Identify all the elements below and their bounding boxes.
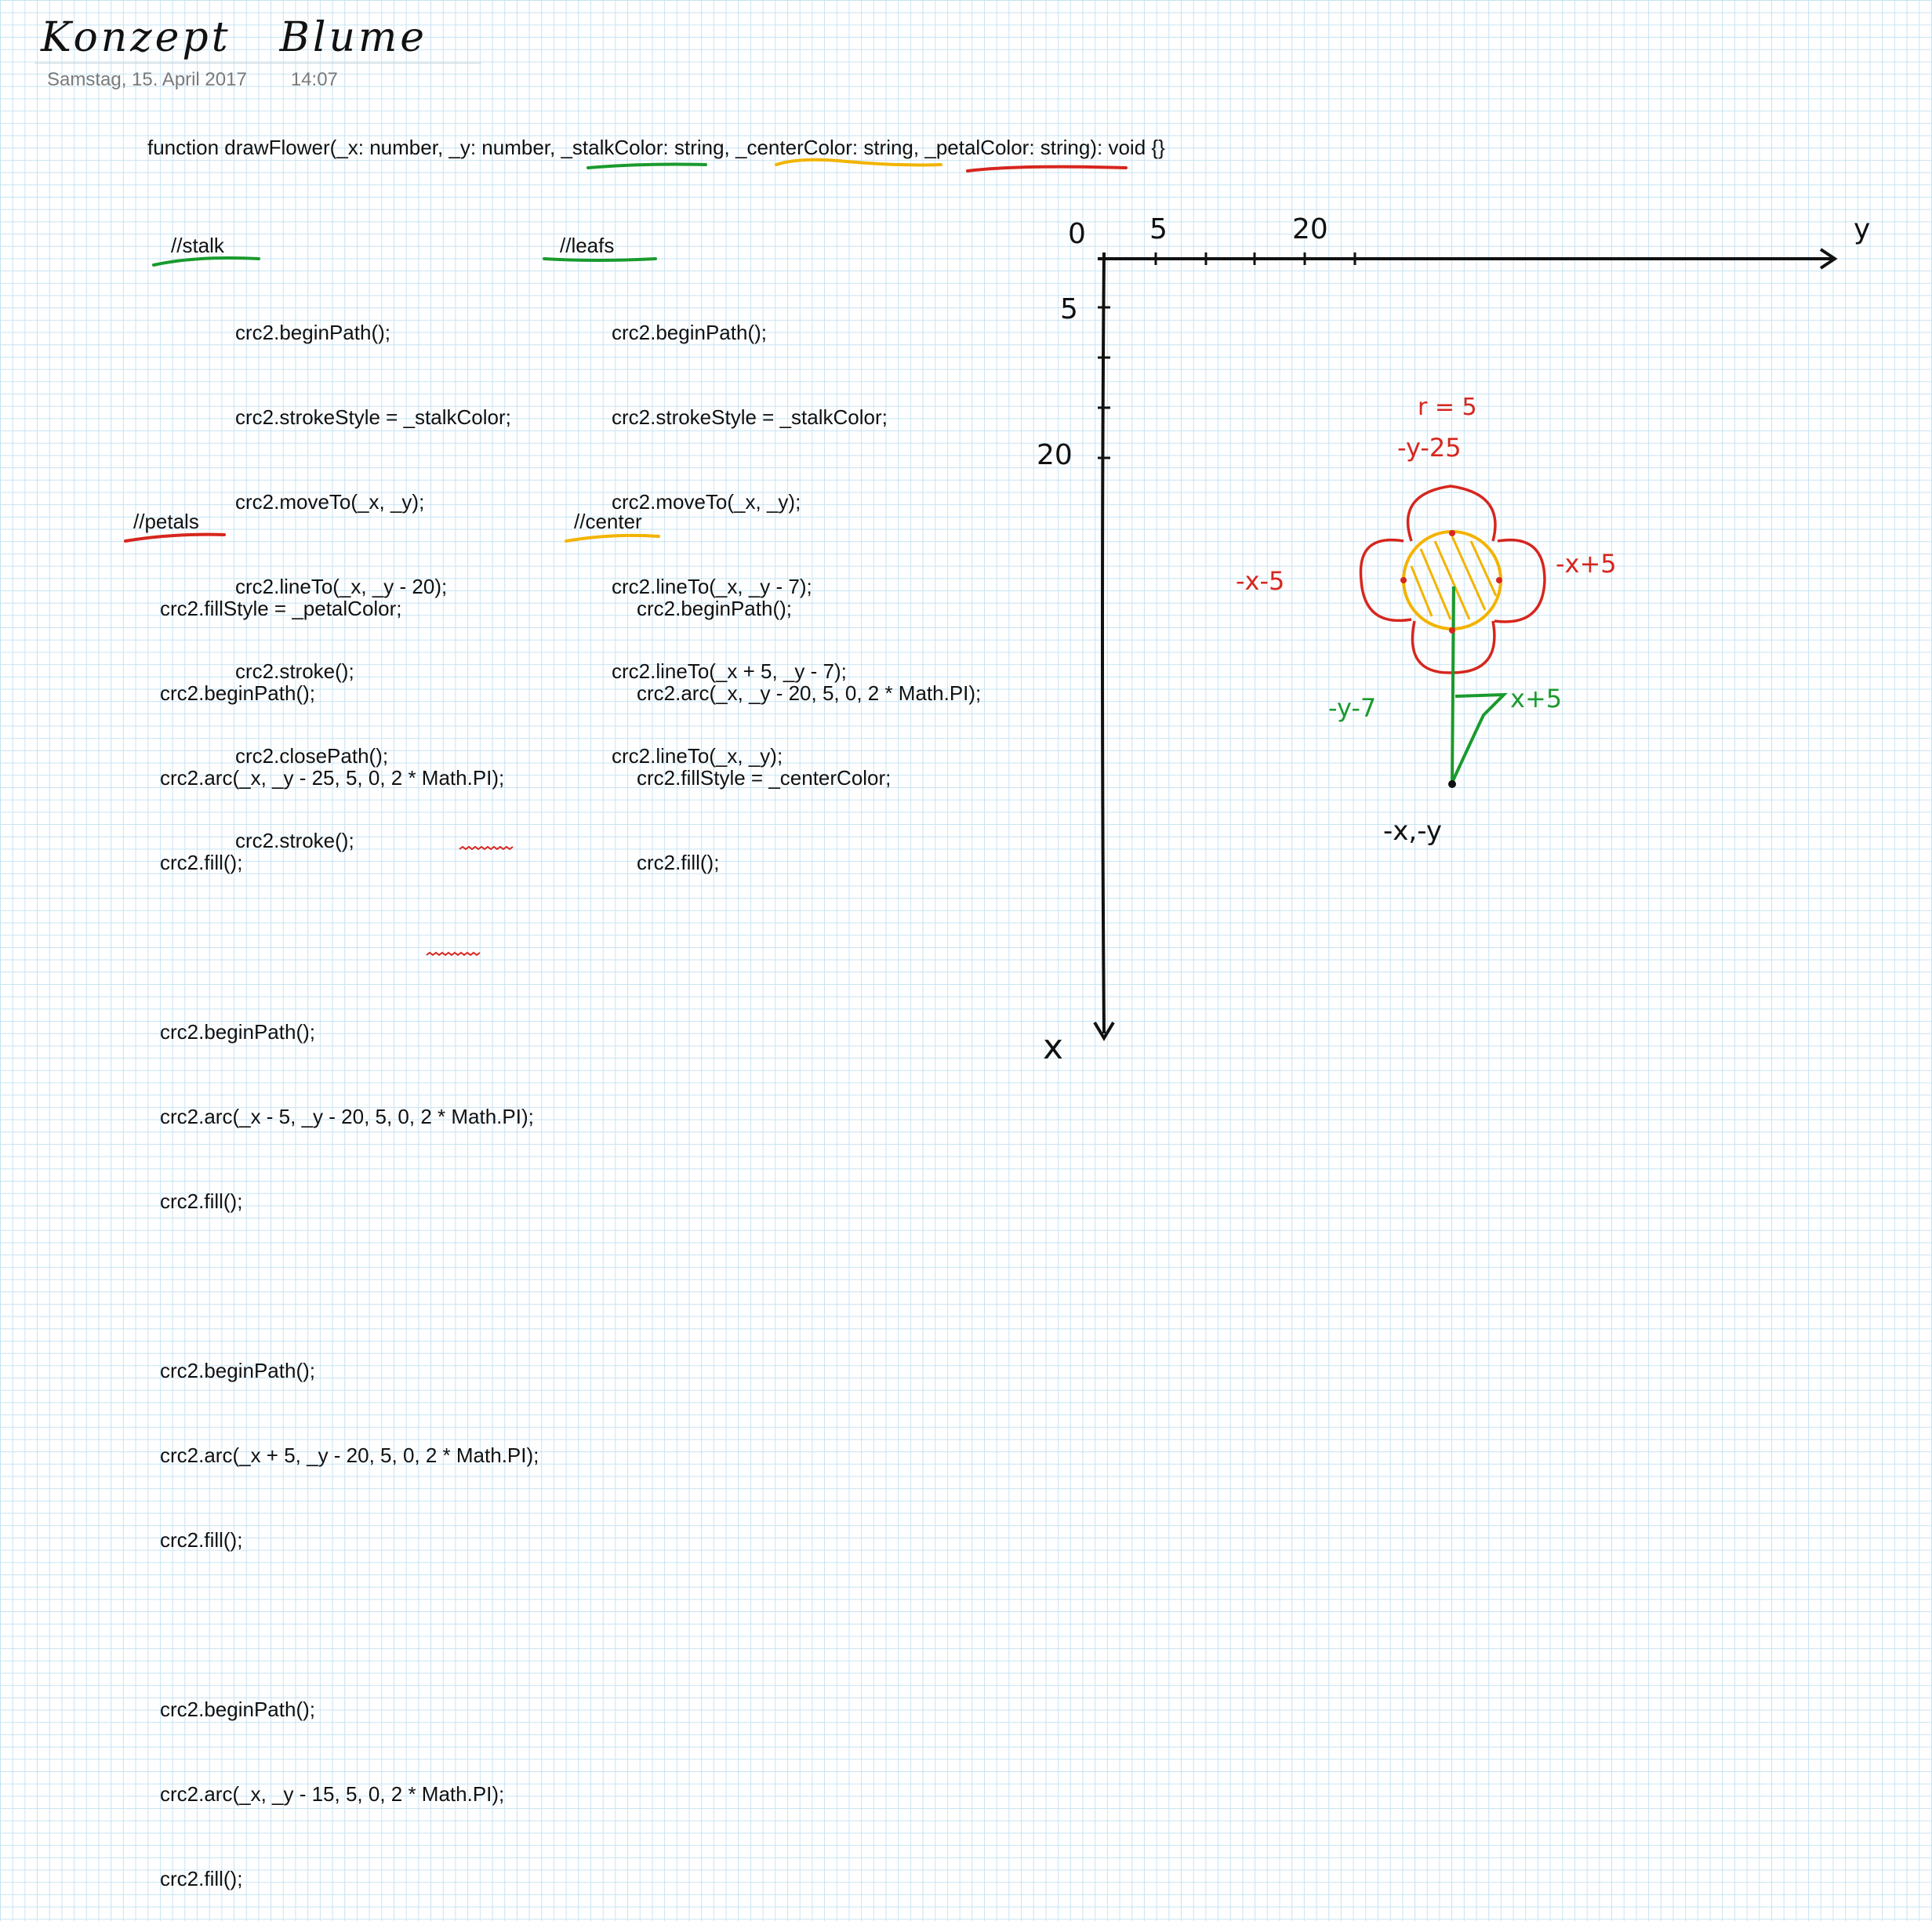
stalk-comment: //stalk <box>171 234 224 257</box>
code-line: crc2.beginPath(); <box>160 1698 315 1721</box>
left-petal-label: -x-5 <box>1236 566 1285 596</box>
petals-comment: //petals <box>133 510 199 533</box>
signature-stalk-param: _stalkColor: string, <box>561 136 730 159</box>
flower-center <box>1402 530 1502 630</box>
code-line: crc2.beginPath(); <box>160 1359 315 1382</box>
code-line: crc2.moveTo(_x, _y); <box>235 490 425 514</box>
center-code-block: crc2.beginPath(); crc2.arc(_x, _y - 20, … <box>637 538 981 905</box>
code-line: crc2.arc(_x, _y - 15, 5, 0, 2 * Math.PI)… <box>160 1782 505 1806</box>
page-time: 14:07 <box>290 69 338 90</box>
page-date: Samstag, 15. April 2017 <box>47 69 247 90</box>
code-line: crc2.arc(_x + 5, _y - 20, 5, 0, 2 * Math… <box>160 1443 539 1467</box>
code-line: crc2.beginPath(); <box>612 321 767 344</box>
signature-prefix: function drawFlower(_x: number, _y: numb… <box>147 136 561 159</box>
horizontal-axis-arrow <box>1819 248 1838 270</box>
horizontal-axis-tick <box>1154 252 1356 265</box>
code-line: crc2.strokeStyle = _stalkColor; <box>612 405 888 429</box>
code-line: crc2.moveTo(_x, _y); <box>612 490 801 514</box>
signature-space <box>730 136 735 159</box>
code-line: crc2.beginPath(); <box>235 321 390 344</box>
stalk-color-underline <box>586 162 707 169</box>
axis-tick-label: 20 <box>1292 213 1328 245</box>
petal-color-underline <box>966 165 1128 172</box>
title-word-blume: Blume <box>279 14 428 61</box>
flower-marker-point <box>1449 627 1455 634</box>
code-line: crc2.fillStyle = _centerColor; <box>637 766 892 790</box>
code-line: crc2.beginPath(); <box>160 1020 315 1044</box>
flower-base-point <box>1448 780 1456 788</box>
code-line: crc2.beginPath(); <box>637 597 792 620</box>
flower-stalk <box>1451 586 1455 785</box>
page-timestamp: Samstag, 15. April 2017 14:07 <box>47 69 338 91</box>
flower-marker-point <box>1449 530 1455 536</box>
leafs-comment-underline <box>543 257 657 262</box>
axis-tick-label: 5 <box>1060 293 1078 325</box>
flower-marker-point <box>1400 577 1407 583</box>
leaf-y-label: -y-7 <box>1328 693 1377 723</box>
title-word-konzept: Konzept <box>41 14 231 61</box>
right-petal-label: -x+5 <box>1556 549 1617 579</box>
top-petal-label: -y-25 <box>1397 433 1462 463</box>
signature-petal-param: _petalColor: string) <box>924 136 1098 159</box>
page-title: Konzept Blume <box>41 14 476 61</box>
code-line: crc2.fill(); <box>637 851 720 874</box>
petals-code-block: crc2.fillStyle = _petalColor; crc2.begin… <box>160 538 539 1921</box>
flower-marker-point <box>1496 577 1502 583</box>
code-line: crc2.fill(); <box>160 1867 243 1890</box>
leafs-comment: //leafs <box>560 234 615 257</box>
axis-tick-label: 20 <box>1037 439 1073 471</box>
leaf-x-label: x+5 <box>1510 684 1563 714</box>
code-line: crc2.arc(_x - 5, _y - 20, 5, 0, 2 * Math… <box>160 1105 534 1128</box>
code-line: crc2.strokeStyle = _stalkColor; <box>235 405 511 429</box>
flower-petals <box>1359 485 1546 674</box>
title-divider <box>34 63 481 64</box>
signature-suffix: : void {} <box>1097 136 1165 159</box>
code-line: crc2.fillStyle = _petalColor; <box>160 597 402 620</box>
flower-leaf <box>1451 692 1508 783</box>
signature-center-param: _centerColor: string, <box>735 136 920 159</box>
code-line: crc2.beginPath(); <box>160 681 315 705</box>
radius-label: r = 5 <box>1418 394 1477 421</box>
function-signature: function drawFlower(_x: number, _y: numb… <box>147 133 1165 162</box>
vertical-axis-arrow <box>1093 1021 1115 1041</box>
base-point-label: -x,-y <box>1383 815 1442 847</box>
y-axis-label: y <box>1854 213 1871 245</box>
code-line: crc2.fill(); <box>160 1189 243 1213</box>
axis-tick-label: 5 <box>1149 213 1168 245</box>
code-line: crc2.arc(_x, _y - 25, 5, 0, 2 * Math.PI)… <box>160 766 505 790</box>
code-line: crc2.fill(); <box>160 1528 243 1552</box>
vertical-axis <box>1101 252 1106 1034</box>
vertical-axis-tick <box>1098 306 1110 459</box>
origin-label: 0 <box>1068 218 1086 250</box>
x-axis-label: x <box>1043 1027 1064 1067</box>
code-line: crc2.arc(_x, _y - 20, 5, 0, 2 * Math.PI)… <box>637 681 982 705</box>
code-line: crc2.fill(); <box>160 851 243 874</box>
